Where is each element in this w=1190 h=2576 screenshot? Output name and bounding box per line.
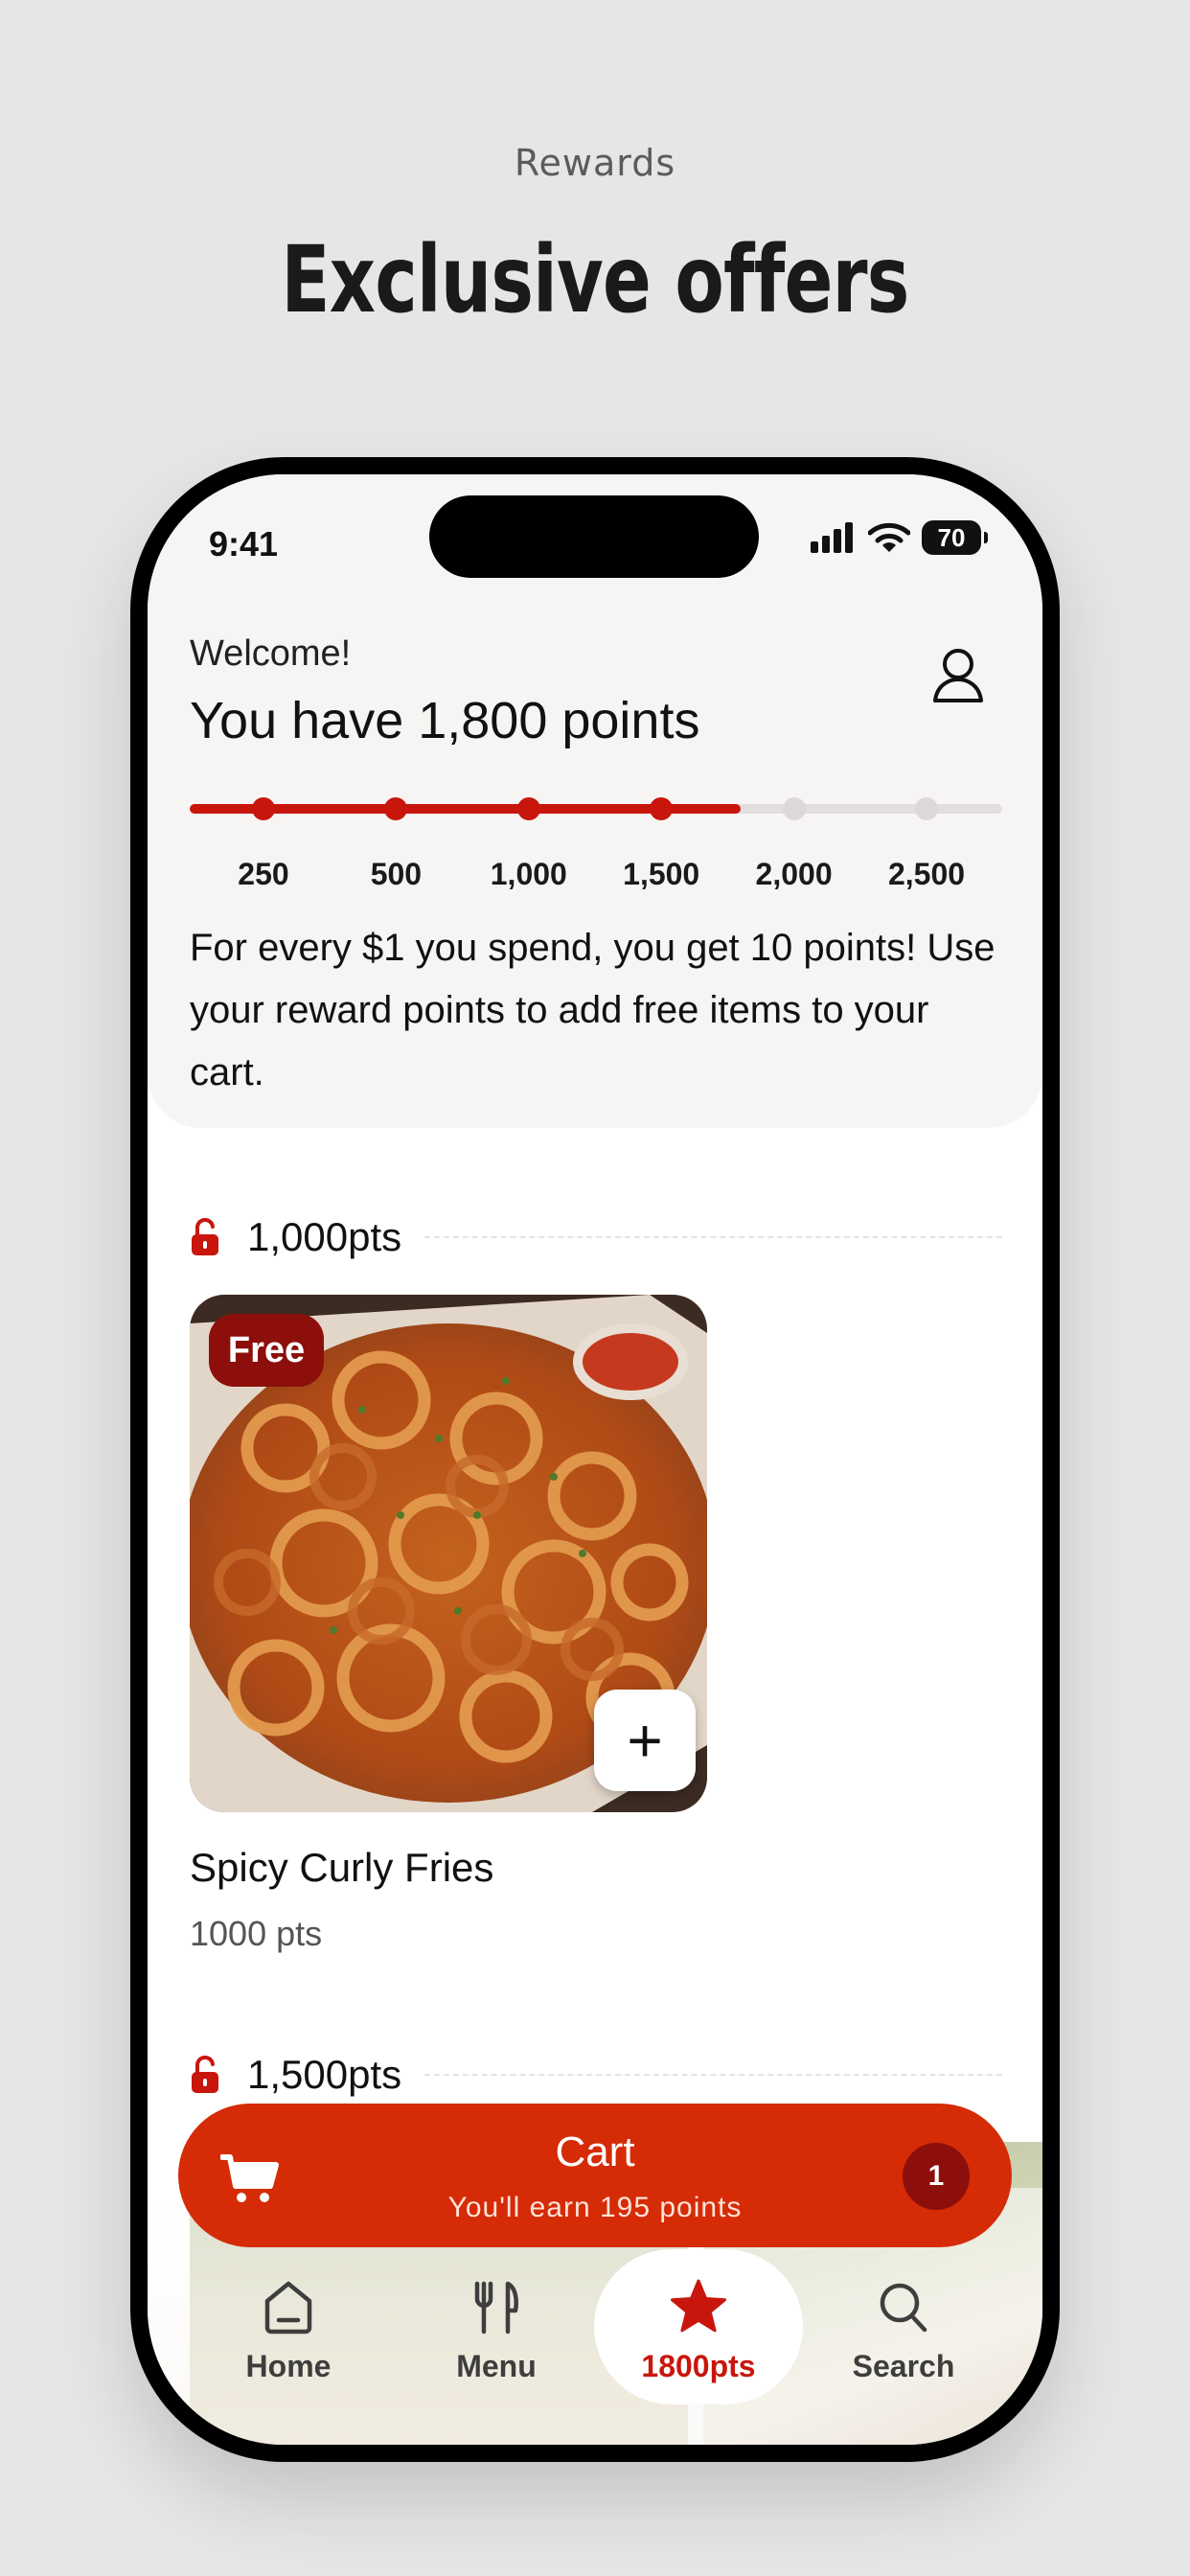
profile-icon[interactable] — [931, 647, 985, 704]
star-icon — [671, 2279, 726, 2333]
status-time: 9:41 — [209, 524, 279, 564]
item-name[interactable]: Spicy Curly Fries — [190, 1845, 493, 1891]
progress-milestone — [384, 797, 408, 820]
tab-menu[interactable]: Menu — [400, 2278, 592, 2384]
cart-count-badge: 1 — [903, 2143, 970, 2210]
section-divider — [424, 2074, 1002, 2076]
phone-frame: 9:41 70 Welcome! You have 1,800 points F… — [130, 457, 1060, 2462]
battery-icon: 70 — [922, 520, 988, 555]
tab-label: Home — [245, 2349, 332, 2383]
progress-milestone — [650, 797, 674, 820]
progress-milestone — [782, 797, 806, 820]
dynamic-island — [429, 495, 759, 578]
status-icons: 70 — [809, 520, 988, 555]
section-1500pts: 1,500pts — [190, 2046, 1002, 2104]
battery-level: 70 — [937, 522, 966, 552]
signal-icon — [811, 522, 853, 553]
fork-knife-icon — [474, 2281, 518, 2334]
cart-title: Cart — [555, 2128, 635, 2175]
section-label: 1,000pts — [247, 1214, 402, 1259]
tab-label: Menu — [456, 2349, 537, 2383]
points-progress — [190, 785, 1002, 842]
progress-tick-label: 2,000 — [755, 857, 833, 891]
free-badge: Free — [209, 1314, 324, 1387]
cart-button[interactable]: Cart You'll earn 195 points 1 — [178, 2104, 1012, 2247]
unlock-icon — [192, 2056, 218, 2093]
page-headline: Exclusive offers — [281, 226, 909, 334]
tab-label: Search — [852, 2349, 955, 2383]
progress-tick-label: 2,500 — [887, 857, 966, 891]
progress-milestone — [915, 797, 938, 820]
tab-home[interactable]: Home — [193, 2278, 384, 2384]
tab-search[interactable]: Search — [808, 2278, 999, 2384]
points-title: You have 1,800 points — [190, 692, 700, 749]
progress-tick-label: 500 — [370, 857, 423, 891]
page-kicker: Rewards — [514, 142, 676, 184]
unlock-icon — [192, 1218, 218, 1255]
progress-tick-label: 1,000 — [490, 857, 567, 891]
welcome-text: Welcome! — [190, 633, 352, 674]
app-screen: 9:41 70 Welcome! You have 1,800 points F… — [148, 474, 1042, 2445]
section-1000pts: 1,000pts — [190, 1208, 1002, 1266]
progress-milestone — [516, 797, 540, 820]
section-divider — [424, 1236, 1002, 1238]
cart-earn-text: You'll earn 195 points — [447, 2192, 743, 2223]
home-icon — [264, 2281, 312, 2334]
reward-item-card[interactable]: Free + — [190, 1295, 707, 1812]
section-label: 1,500pts — [247, 2052, 402, 2097]
add-to-cart-button[interactable]: + — [594, 1690, 696, 1791]
tab-rewards[interactable]: 1800pts — [603, 2278, 794, 2384]
progress-tick-label: 250 — [238, 857, 289, 891]
progress-tick-label: 1,500 — [623, 857, 700, 891]
wifi-icon — [868, 522, 910, 552]
item-points: 1000 pts — [190, 1914, 323, 1953]
progress-milestone — [252, 797, 275, 820]
tab-label: 1800pts — [641, 2349, 756, 2383]
points-explanation: For every $1 you spend, you get 10 point… — [190, 927, 995, 1093]
search-icon — [880, 2283, 927, 2333]
